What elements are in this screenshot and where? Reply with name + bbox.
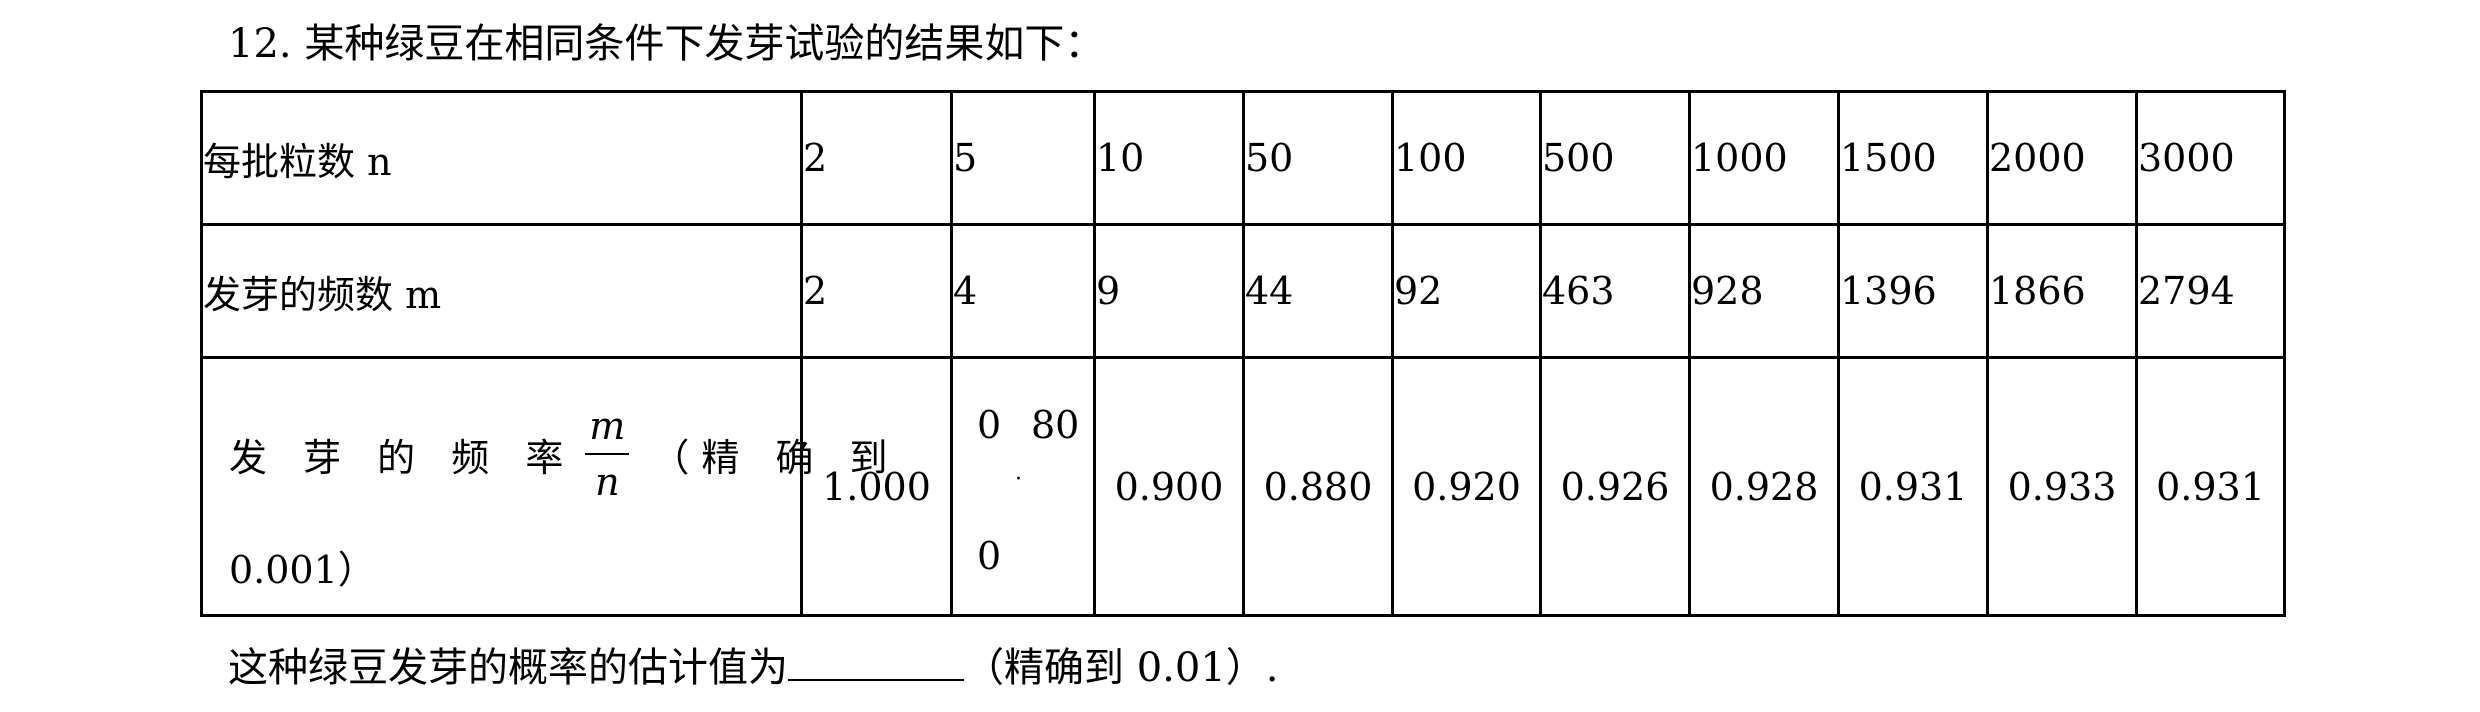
table-cell: 1500	[1837, 90, 1989, 226]
prompt-precision: （精确到 0.01）.	[964, 645, 1279, 691]
table-cell: 1396	[1837, 223, 1989, 359]
table-cell: 928	[1688, 223, 1840, 359]
question-text: 某种绿豆在相同条件下发芽试验的结果如下：	[304, 21, 1105, 67]
rate-label-text: 发 芽 的 频 率	[229, 435, 576, 480]
table-cell: 0.928	[1688, 356, 1840, 617]
rate-label-precision-value: 0.001）	[229, 548, 376, 592]
table-cell: 1000	[1688, 90, 1840, 226]
prompt-text: 这种绿豆发芽的概率的估计值为	[228, 645, 788, 691]
question-number: 12.	[228, 21, 292, 67]
table-cell: 0.880	[1242, 356, 1394, 617]
fraction-denominator: n	[595, 460, 620, 504]
answer-blank[interactable]	[788, 639, 964, 681]
table-cell: 5	[950, 90, 1096, 226]
table-cell: 3000	[2135, 90, 2286, 226]
table-cell: 9	[1093, 223, 1245, 359]
broken-value-part2: 80	[1031, 403, 1080, 447]
table-cell: 0.926	[1539, 356, 1691, 617]
broken-value-part3: 0	[977, 534, 1002, 578]
table-cell: 0.933	[1986, 356, 2138, 617]
table-cell: 0.920	[1391, 356, 1542, 617]
table-cell: 4	[950, 223, 1096, 359]
row-header-germination-count: 发芽的频数 m	[200, 223, 803, 359]
fraction-numerator: m	[589, 404, 626, 448]
table-cell: 463	[1539, 223, 1691, 359]
row-header-germination-rate: 发 芽 的 频 率 m n （精 确 到 0.001）	[200, 356, 887, 617]
table-cell: 2	[800, 90, 953, 226]
table-cell: 0.900	[1093, 356, 1245, 617]
fraction-m-over-n: m n	[585, 403, 630, 505]
table-cell: 100	[1391, 90, 1542, 226]
table-cell: 2	[800, 223, 953, 359]
table-cell: 92	[1391, 223, 1542, 359]
table-cell: 500	[1539, 90, 1691, 226]
table-row-batch-size: 每批粒数 n 2 5 10 50 100 500 1000 1500 2000 …	[200, 90, 2286, 226]
table-row-germination-rate: 发 芽 的 频 率 m n （精 确 到 0.001） 1.000 0 80 ·…	[200, 356, 2286, 617]
row-header-batch-size: 每批粒数 n	[200, 90, 803, 226]
table-cell: 0.931	[1837, 356, 1989, 617]
table-cell: 44	[1242, 223, 1394, 359]
germination-table: 每批粒数 n 2 5 10 50 100 500 1000 1500 2000 …	[200, 90, 2286, 617]
table-cell: 2000	[1986, 90, 2138, 226]
question-prompt: 这种绿豆发芽的概率的估计值为 （精确到 0.01）.	[228, 638, 1279, 698]
question-title: 12. 某种绿豆在相同条件下发芽试验的结果如下：	[228, 14, 1104, 74]
fraction-bar	[585, 453, 630, 455]
table-cell: 10	[1093, 90, 1245, 226]
table-row-germination-count: 发芽的频数 m 2 4 9 44 92 463 928 1396 1866 27…	[200, 223, 2286, 359]
table-cell: 2794	[2135, 223, 2286, 359]
table-cell-broken-value: 0 80 · 0	[950, 356, 1096, 617]
broken-value-part1: 0	[977, 403, 1002, 447]
table-cell: 50	[1242, 90, 1394, 226]
broken-value-dot: ·	[1015, 467, 1022, 492]
table-cell: 0.931	[2135, 356, 2286, 617]
table-cell: 1866	[1986, 223, 2138, 359]
rate-label-precision: （精 确 到	[651, 435, 900, 480]
